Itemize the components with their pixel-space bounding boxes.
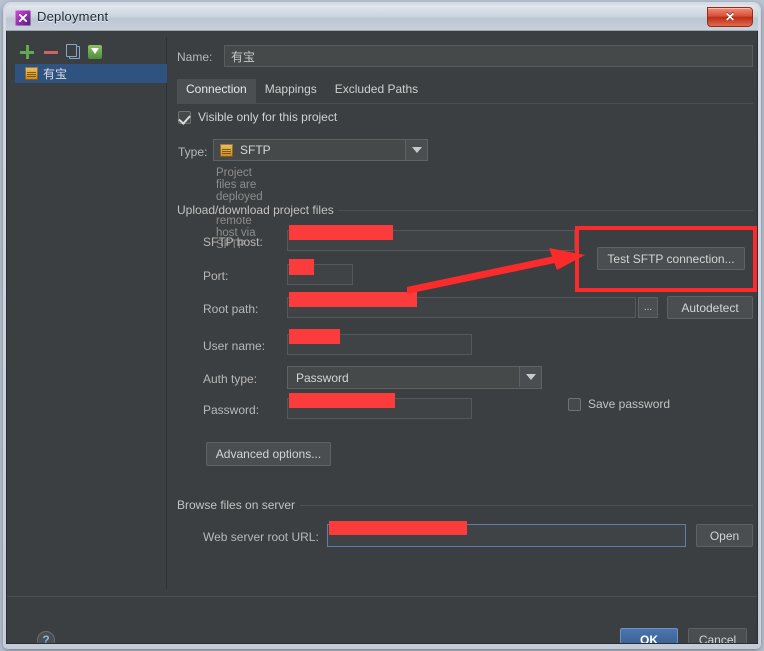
dialog-window: Deployment ✕ 有宝 Name: 有宝 Connection Mapp… [4, 3, 760, 648]
save-password-label: Save password [588, 397, 671, 411]
remove-icon[interactable] [43, 44, 59, 60]
port-label: Port: [203, 269, 229, 283]
upload-group-title: Upload/download project files [177, 203, 339, 217]
deployment-sidebar: 有宝 [15, 37, 167, 589]
auth-type-label: Auth type: [203, 372, 258, 386]
sync-icon[interactable] [88, 45, 102, 59]
server-icon [25, 67, 38, 80]
name-input[interactable]: 有宝 [224, 45, 753, 67]
app-icon [15, 10, 31, 26]
save-password-row[interactable]: Save password [568, 397, 670, 411]
test-sftp-connection-button[interactable]: Test SFTP connection... [597, 247, 745, 270]
name-label: Name: [177, 50, 213, 64]
user-name-label: User name: [203, 339, 266, 353]
tab-excluded-paths[interactable]: Excluded Paths [326, 79, 427, 103]
sftp-host-label: SFTP host: [203, 235, 263, 249]
type-label: Type: [178, 145, 208, 159]
close-icon[interactable]: ✕ [707, 7, 753, 27]
tab-bar: Connection Mappings Excluded Paths [177, 79, 753, 103]
visible-only-checkbox[interactable] [178, 110, 191, 124]
help-icon[interactable]: ? [37, 631, 55, 643]
port-redaction [289, 259, 314, 275]
chevron-down-icon[interactable] [519, 367, 541, 387]
browse-group-title: Browse files on server [177, 498, 301, 512]
visible-only-label: Visible only for this project [198, 110, 338, 124]
sidebar-item-label: 有宝 [43, 67, 68, 81]
sftp-icon [220, 143, 233, 157]
type-select-value: SFTP [240, 143, 271, 157]
visible-only-row[interactable]: Visible only for this project [178, 110, 337, 124]
tab-underline [177, 103, 753, 104]
title-bar: Deployment ✕ [6, 5, 758, 31]
auth-type-select[interactable]: Password [287, 366, 542, 389]
type-select[interactable]: SFTP [213, 139, 428, 161]
password-redaction [289, 393, 395, 408]
ok-button[interactable]: OK [620, 628, 678, 643]
copy-icon[interactable] [66, 43, 80, 59]
autodetect-button[interactable]: Autodetect [667, 296, 753, 319]
window-title: Deployment [37, 9, 109, 24]
user-name-redaction [289, 329, 340, 344]
connection-panel: Visible only for this project Type: SFTP… [175, 107, 755, 589]
web-server-root-url-redaction [329, 521, 467, 535]
save-password-checkbox[interactable] [568, 397, 581, 411]
password-label: Password: [203, 403, 260, 417]
root-path-browse-button[interactable]: ... [638, 297, 658, 318]
name-row: Name: 有宝 [175, 45, 755, 69]
sidebar-item-server[interactable]: 有宝 [15, 64, 167, 83]
open-button[interactable]: Open [696, 524, 753, 547]
cancel-button[interactable]: Cancel [688, 628, 747, 643]
advanced-options-button[interactable]: Advanced options... [206, 442, 331, 466]
sftp-host-redaction [289, 225, 393, 240]
sidebar-toolbar [19, 41, 102, 63]
chevron-down-icon[interactable] [405, 140, 427, 160]
root-path-redaction [289, 292, 417, 307]
web-server-root-url-label: Web server root URL: [203, 530, 319, 544]
add-icon[interactable] [19, 44, 35, 60]
tab-mappings[interactable]: Mappings [256, 79, 326, 103]
root-path-label: Root path: [203, 302, 259, 316]
footer-divider [7, 596, 757, 597]
tab-connection[interactable]: Connection [177, 79, 256, 103]
content-pane: Name: 有宝 Connection Mappings Excluded Pa… [175, 37, 755, 589]
dialog-body: 有宝 Name: 有宝 Connection Mappings Excluded… [6, 31, 758, 644]
auth-type-value: Password [296, 370, 349, 385]
